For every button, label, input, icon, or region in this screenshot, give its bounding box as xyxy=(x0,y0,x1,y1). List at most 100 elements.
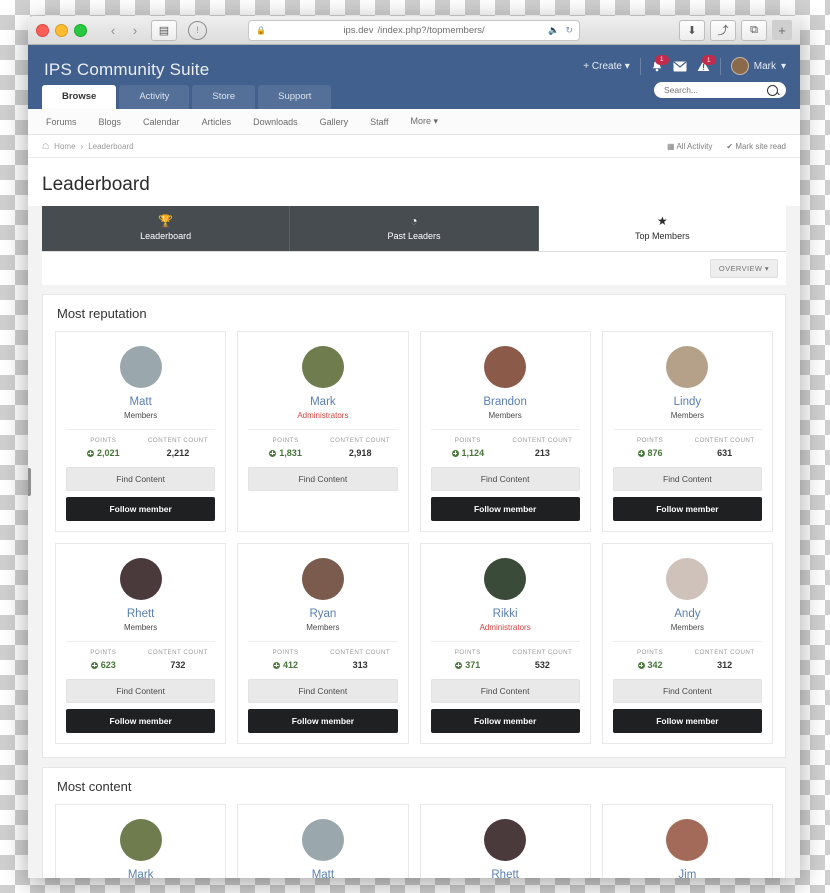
avatar[interactable] xyxy=(484,558,527,600)
create-button[interactable]: + Create ▾ xyxy=(583,61,629,72)
avatar[interactable] xyxy=(484,346,527,388)
minimize-window-button[interactable] xyxy=(55,23,68,37)
mark-site-read-link[interactable]: ✔ Mark site read xyxy=(726,142,786,151)
member-name[interactable]: Rhett xyxy=(431,868,580,878)
follow-member-button[interactable]: Follow member xyxy=(430,709,580,733)
primary-tab-activity[interactable]: Activity xyxy=(119,85,190,109)
sidebar-expand-toggle[interactable]: ❯ xyxy=(28,468,31,496)
member-card[interactable]: Rhett Members POINTS 623 CONTENT COUNT 732 Fin… xyxy=(55,543,227,744)
notifications-button[interactable]: 1 xyxy=(651,54,669,73)
find-content-button[interactable]: Find Content xyxy=(66,679,216,703)
avatar[interactable] xyxy=(301,819,344,861)
nav-item-more[interactable]: More ▾ xyxy=(410,116,438,127)
find-content-button[interactable]: Find Content xyxy=(248,467,398,491)
maximize-window-button[interactable] xyxy=(74,23,87,37)
avatar[interactable] xyxy=(301,558,344,600)
site-brand[interactable]: IPS Community Suite xyxy=(44,60,209,80)
member-card[interactable]: Matt Members POINTS 2,021 CONTENT COUNT 2,212… xyxy=(55,331,227,532)
primary-nav: Browse Activity Store Support xyxy=(42,85,332,109)
member-name[interactable]: Brandon xyxy=(431,395,580,409)
follow-member-button[interactable]: Follow member xyxy=(66,709,216,733)
member-card[interactable]: MattMembersPOINTSCONTENT COUNT xyxy=(237,804,409,878)
download-icon[interactable]: ⬇ xyxy=(679,19,705,41)
user-menu-button[interactable]: Mark ▾ xyxy=(730,57,786,75)
tab-top-members[interactable]: ★ Top Members xyxy=(538,206,786,251)
find-content-button[interactable]: Find Content xyxy=(66,467,216,491)
search-box[interactable] xyxy=(654,82,786,98)
primary-tab-support[interactable]: Support xyxy=(258,85,332,109)
forward-icon[interactable]: › xyxy=(125,20,145,40)
all-activity-link[interactable]: ▦ All Activity xyxy=(667,142,712,151)
member-card[interactable]: Lindy Members POINTS 876 CONTENT COUNT 631 Fin… xyxy=(601,331,773,532)
member-name[interactable]: Lindy xyxy=(613,395,762,409)
find-content-button[interactable]: Find Content xyxy=(430,679,580,703)
nav-item-downloads[interactable]: Downloads xyxy=(253,117,298,127)
breadcrumb-home[interactable]: Home xyxy=(54,142,75,151)
nav-item-gallery[interactable]: Gallery xyxy=(320,117,349,127)
member-card[interactable]: Rikki Administrators POINTS 371 CONTENT COUN… xyxy=(419,543,591,744)
tab-leaderboard[interactable]: 🏆 Leaderboard xyxy=(42,206,291,251)
nav-item-staff[interactable]: Staff xyxy=(370,117,388,127)
search-input[interactable] xyxy=(662,84,767,96)
follow-member-button[interactable]: Follow member xyxy=(612,709,762,733)
nav-item-articles[interactable]: Articles xyxy=(202,117,232,127)
nav-item-calendar[interactable]: Calendar xyxy=(143,117,180,127)
follow-member-button[interactable]: Follow member xyxy=(612,497,762,521)
window-controls[interactable] xyxy=(36,23,87,37)
sidebar-toggle-icon[interactable]: ▤ xyxy=(151,19,177,41)
nav-item-blogs[interactable]: Blogs xyxy=(99,117,122,127)
back-icon[interactable]: ‹ xyxy=(103,20,123,40)
member-card[interactable]: MarkAdministratorsPOINTSCONTENT COUNT xyxy=(55,804,227,878)
find-content-button[interactable]: Find Content xyxy=(612,467,762,491)
avatar[interactable] xyxy=(301,346,344,388)
address-bar-actions[interactable]: 🔈 ↻ xyxy=(548,25,573,36)
primary-tab-browse[interactable]: Browse xyxy=(42,85,117,109)
reload-icon[interactable]: ↻ xyxy=(565,25,573,36)
member-name[interactable]: Ryan xyxy=(248,607,397,621)
reader-mode-icon[interactable]: ! xyxy=(188,20,207,40)
avatar[interactable] xyxy=(666,346,709,388)
member-card[interactable]: RhettMembersPOINTSCONTENT COUNT xyxy=(419,804,591,878)
nav-buttons[interactable]: ‹ › xyxy=(103,20,145,40)
avatar[interactable] xyxy=(666,558,709,600)
address-bar[interactable]: 🔒 ips.dev/index.php?/topmembers/ 🔈 ↻ xyxy=(248,19,580,41)
close-window-button[interactable] xyxy=(36,23,49,37)
member-card[interactable]: Ryan Members POINTS 412 CONTENT COUNT 313 Find… xyxy=(237,543,409,744)
primary-tab-store[interactable]: Store xyxy=(192,85,256,109)
member-name[interactable]: Matt xyxy=(66,395,215,409)
share-icon[interactable]: ⤴ xyxy=(710,19,736,41)
member-name[interactable]: Rikki xyxy=(431,607,580,621)
overview-dropdown-button[interactable]: OVERVIEW ▾ xyxy=(709,259,778,278)
avatar[interactable] xyxy=(666,819,709,861)
avatar[interactable] xyxy=(484,819,527,861)
follow-member-button[interactable]: Follow member xyxy=(430,497,580,521)
stat-content: CONTENT COUNT 532 xyxy=(505,649,580,670)
avatar[interactable] xyxy=(119,558,162,600)
member-card[interactable]: Brandon Members POINTS 1,124 CONTENT COUNT 21… xyxy=(419,331,591,532)
tabs-overview-icon[interactable]: ⧉ xyxy=(741,19,767,41)
member-card[interactable]: Mark Administrators POINTS 1,831 CONTENT COU… xyxy=(237,331,409,532)
member-name[interactable]: Mark xyxy=(248,395,397,409)
member-name[interactable]: Jim xyxy=(613,868,762,878)
member-card[interactable]: JimMembersPOINTSCONTENT COUNT xyxy=(601,804,773,878)
nav-item-forums[interactable]: Forums xyxy=(46,117,77,127)
search-icon[interactable] xyxy=(767,84,778,96)
member-name[interactable]: Rhett xyxy=(66,607,215,621)
audio-icon[interactable]: 🔈 xyxy=(548,25,559,36)
follow-member-button[interactable]: Follow member xyxy=(248,709,398,733)
member-name[interactable]: Andy xyxy=(613,607,762,621)
tab-past-leaders[interactable]: ◔ Past Leaders xyxy=(290,206,539,251)
chrome-right-actions[interactable]: ⬇ ⤴ ⧉ + xyxy=(679,19,792,41)
member-card[interactable]: Andy Members POINTS 342 CONTENT COUNT 312 Find… xyxy=(601,543,773,744)
avatar[interactable] xyxy=(119,346,162,388)
member-name[interactable]: Matt xyxy=(248,868,397,878)
member-name[interactable]: Mark xyxy=(66,868,215,878)
alerts-button[interactable]: 1 xyxy=(697,55,716,72)
find-content-button[interactable]: Find Content xyxy=(248,679,398,703)
find-content-button[interactable]: Find Content xyxy=(430,467,580,491)
messages-button[interactable] xyxy=(673,61,687,72)
follow-member-button[interactable]: Follow member xyxy=(66,497,216,521)
avatar[interactable] xyxy=(119,819,162,861)
new-tab-icon[interactable]: + xyxy=(772,20,792,40)
find-content-button[interactable]: Find Content xyxy=(612,679,762,703)
